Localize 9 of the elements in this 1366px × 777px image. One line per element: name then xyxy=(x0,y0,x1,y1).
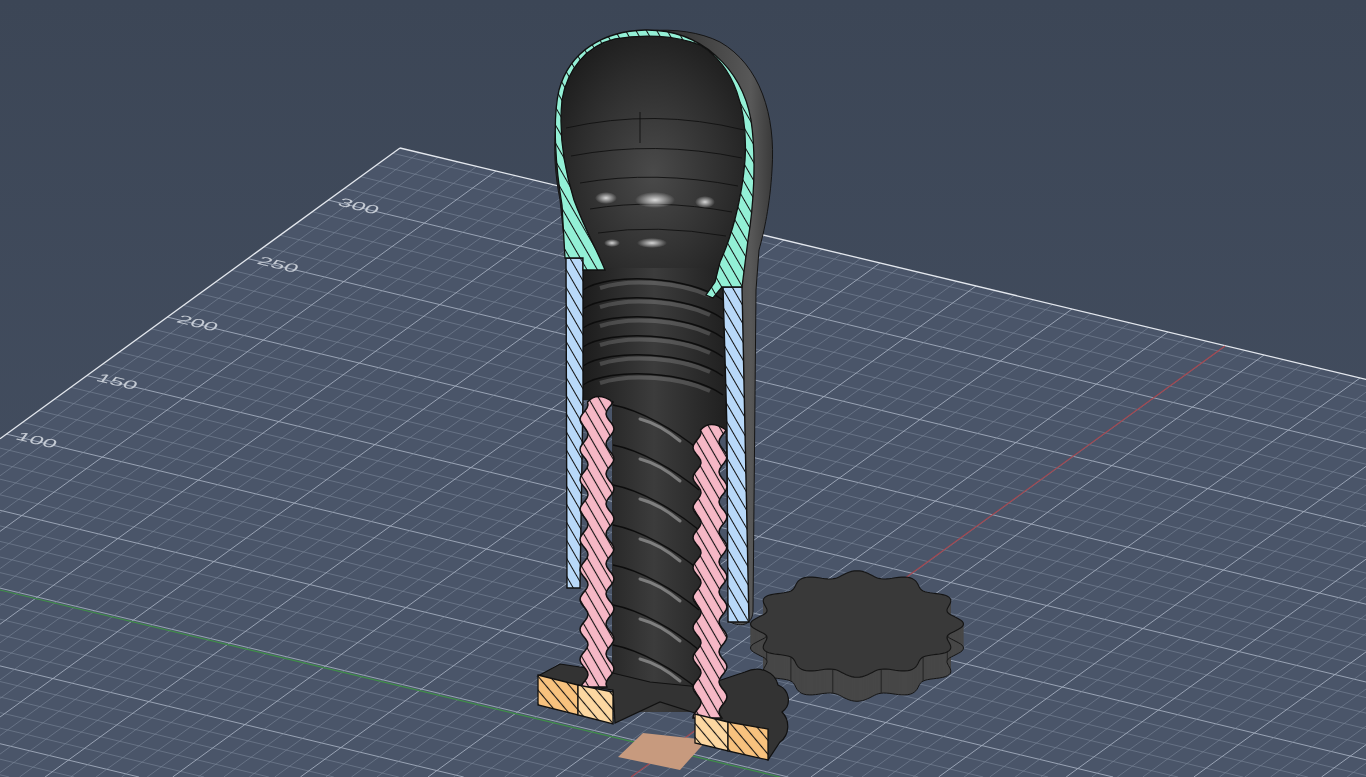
base-section xyxy=(577,684,614,725)
base-section xyxy=(727,721,769,761)
grid-scale-label: 200 xyxy=(173,312,222,334)
base-section xyxy=(537,674,579,716)
grid-scale-label: 300 xyxy=(334,195,383,217)
base-section xyxy=(694,713,729,752)
grid-scale-label: 250 xyxy=(254,253,303,276)
grid-scale-label: 150 xyxy=(93,370,142,393)
grid-scale-label: 100 xyxy=(12,429,61,451)
